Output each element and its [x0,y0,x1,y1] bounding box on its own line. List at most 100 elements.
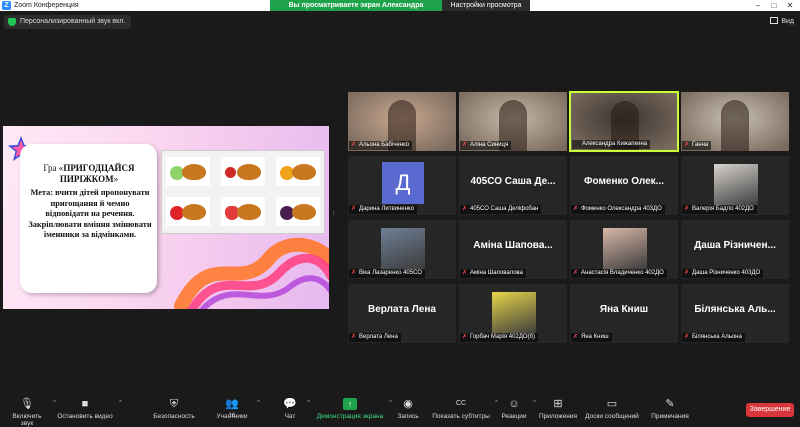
game-title: Гра «ПРИГОДЦАЙСЯ ПИРІЖКОМ» [43,163,135,184]
end-meeting-button[interactable]: Завершение [746,403,794,417]
security-button[interactable]: ⛨ Безопасность [152,398,196,420]
participant-tile[interactable]: Аміна Шапова... ✗ Аміна Шаповалова [458,219,568,280]
profile-picture [381,228,425,270]
whiteboard-icon: ▭ [606,398,618,410]
meeting-toolbar: 🎙 Включить звук ^ ■ Остановить видео ^ ⛨ Безо… [0,395,800,427]
participant-display-name: Аміна Шапова... [473,240,553,251]
record-icon: ◉ [403,398,413,410]
game-card: Гра «ПРИГОДЦАЙСЯ ПИРІЖКОМ» Мета: вчити д… [20,144,157,293]
record-button[interactable]: ◉ Запись [394,398,422,420]
participant-name: Верлата Лена [359,334,398,340]
participant-tile[interactable]: ✗ Валерія Бадло 402ДО [680,155,790,216]
participants-icon: 👥16 [225,398,239,419]
participant-display-name: 405СО Саша Де... [470,176,556,187]
reactions-button[interactable]: ☺ Реакции ^ [500,398,536,420]
chevron-up-icon[interactable]: ^ [533,400,536,406]
microphone-muted-icon: ✗ [684,270,690,276]
close-icon[interactable]: ✕ [782,0,798,11]
view-options-button[interactable]: Настройки просмотра [442,0,530,11]
food-card [221,197,265,226]
participant-tile[interactable]: ✗ Горбач Марія 402ДО(б) [458,283,568,344]
participant-tile[interactable]: ✗ Аліна Синиця [458,91,568,152]
participant-name: Александра Кижапкина [582,141,648,147]
view-button[interactable]: Вид [770,15,794,29]
participant-tile[interactable]: Фоменко Олек... ✗ Фоменко Олександра 403ДО [569,155,679,216]
chevron-up-icon[interactable]: ^ [307,400,310,406]
participant-tile[interactable]: ✗ Альона Бабіченко [347,91,457,152]
profile-picture [492,292,536,334]
splitter-handle[interactable]: ⋮ [330,210,337,230]
profile-picture [603,228,647,270]
captions-button[interactable]: CC Показать субтитры ^ [432,398,498,420]
participant-tile[interactable]: ✗ Анастасія Владиченко 402ДО [569,219,679,280]
share-notice: Вы просматриваете экран Александра Кижап… [270,0,442,20]
notes-icon: ✎ [665,398,675,410]
participant-tile[interactable]: Яна Книш ✗ Яна Книш [569,283,679,344]
participant-tile[interactable]: ✗ Ганна [680,91,790,152]
microphone-muted-icon: ✗ [684,334,690,340]
apps-icon: ⊞ [553,398,563,410]
chat-button[interactable]: 💬 Чат ^ [278,398,310,420]
participant-name-label: ✗ Альона Бабіченко [349,141,413,150]
microphone-muted-icon: ✗ [351,142,357,148]
video-button[interactable]: ■ Остановить видео ^ [56,398,122,420]
minimize-icon[interactable]: – [750,0,766,11]
participant-name: Аміна Шаповалова [470,270,524,276]
participant-name-label: ✗ 405СО Саша Деліфобан [460,205,542,214]
food-card [276,197,320,226]
food-grid [161,150,325,234]
participant-name: Аліна Синиця [470,142,509,148]
participant-name-label: ✗ Верлата Лена [349,333,401,342]
participant-tile[interactable]: Д ✗ Дарина Литвиненко [347,155,457,216]
chevron-up-icon[interactable]: ^ [119,400,122,406]
participant-name-label: ✗ Фоменко Олександра 403ДО [571,205,665,214]
participant-name: Валерія Бадло 402ДО [692,206,754,212]
participant-name-label: Александра Кижапкина [572,140,651,149]
avatar: Д [382,162,424,204]
window-title: Zoom Конференция [14,2,79,9]
personal-audio-badge[interactable]: Персонализированный звук вкл. [4,15,132,29]
participant-name: Яна Книш [581,334,609,340]
shared-screen-slide: Гра «ПРИГОДЦАЙСЯ ПИРІЖКОМ» Мета: вчити д… [3,126,329,309]
chevron-up-icon[interactable]: ^ [257,400,260,406]
participant-tile[interactable]: ✗ Віка Лазаренко 405СО [347,219,457,280]
microphone-muted-icon: ✗ [573,206,579,212]
participant-name-label: ✗ Ганна [682,141,712,150]
food-card [166,197,210,226]
video-camera-icon: ■ [81,398,89,410]
microphone-muted-icon: ✗ [573,270,579,276]
microphone-muted-icon: ✗ [462,142,468,148]
chevron-up-icon[interactable]: ^ [495,400,498,406]
microphone-muted-icon: ✗ [573,334,579,340]
notes-button[interactable]: ✎ Примечания [650,398,690,420]
maximize-icon[interactable]: □ [766,0,782,11]
microphone-muted-icon: ✗ [462,206,468,212]
share-screen-button[interactable]: ↑ Демонстрация экрана ^ [316,398,392,420]
zoom-logo-icon: Z [2,1,11,10]
share-banner: Вы просматриваете экран Александра Кижап… [270,0,530,20]
microphone-muted-icon: ✗ [684,206,690,212]
food-card [221,157,265,186]
shield-icon: ⛨ [169,398,179,410]
personal-audio-label: Персонализированный звук вкл. [20,18,126,25]
unmute-button[interactable]: 🎙 Включить звук ^ [6,398,56,427]
participant-name: Даша Різниченко 403ДО [692,270,761,276]
participant-tile[interactable]: Александра Кижапкина [569,91,679,152]
participant-tile[interactable]: Білянська Аль... ✗ Білянська Альона [680,283,790,344]
person-silhouette [721,100,749,151]
whiteboards-button[interactable]: ▭ Доски сообщений [584,398,640,420]
participant-name-label: ✗ Яна Книш [571,333,612,342]
participant-tile[interactable]: 405СО Саша Де... ✗ 405СО Саша Деліфобан [458,155,568,216]
participant-name-label: ✗ Валерія Бадло 402ДО [682,205,757,214]
chevron-up-icon[interactable]: ^ [389,400,392,406]
participant-tile[interactable]: Даша Різничен... ✗ Даша Різниченко 403ДО [680,219,790,280]
participants-button[interactable]: 👥16 Участники ^ [212,398,260,420]
participant-name: Горбач Марія 402ДО(б) [470,334,535,340]
participant-tile[interactable]: Верлата Лена ✗ Верлата Лена [347,283,457,344]
microphone-muted-icon: ✗ [684,142,690,148]
participant-name: Віка Лазаренко 405СО [359,270,422,276]
participant-name: Білянська Альона [692,334,742,340]
profile-picture [714,164,758,206]
apps-button[interactable]: ⊞ Приложения [538,398,578,420]
participant-name-label: ✗ Горбач Марія 402ДО(б) [460,333,538,342]
